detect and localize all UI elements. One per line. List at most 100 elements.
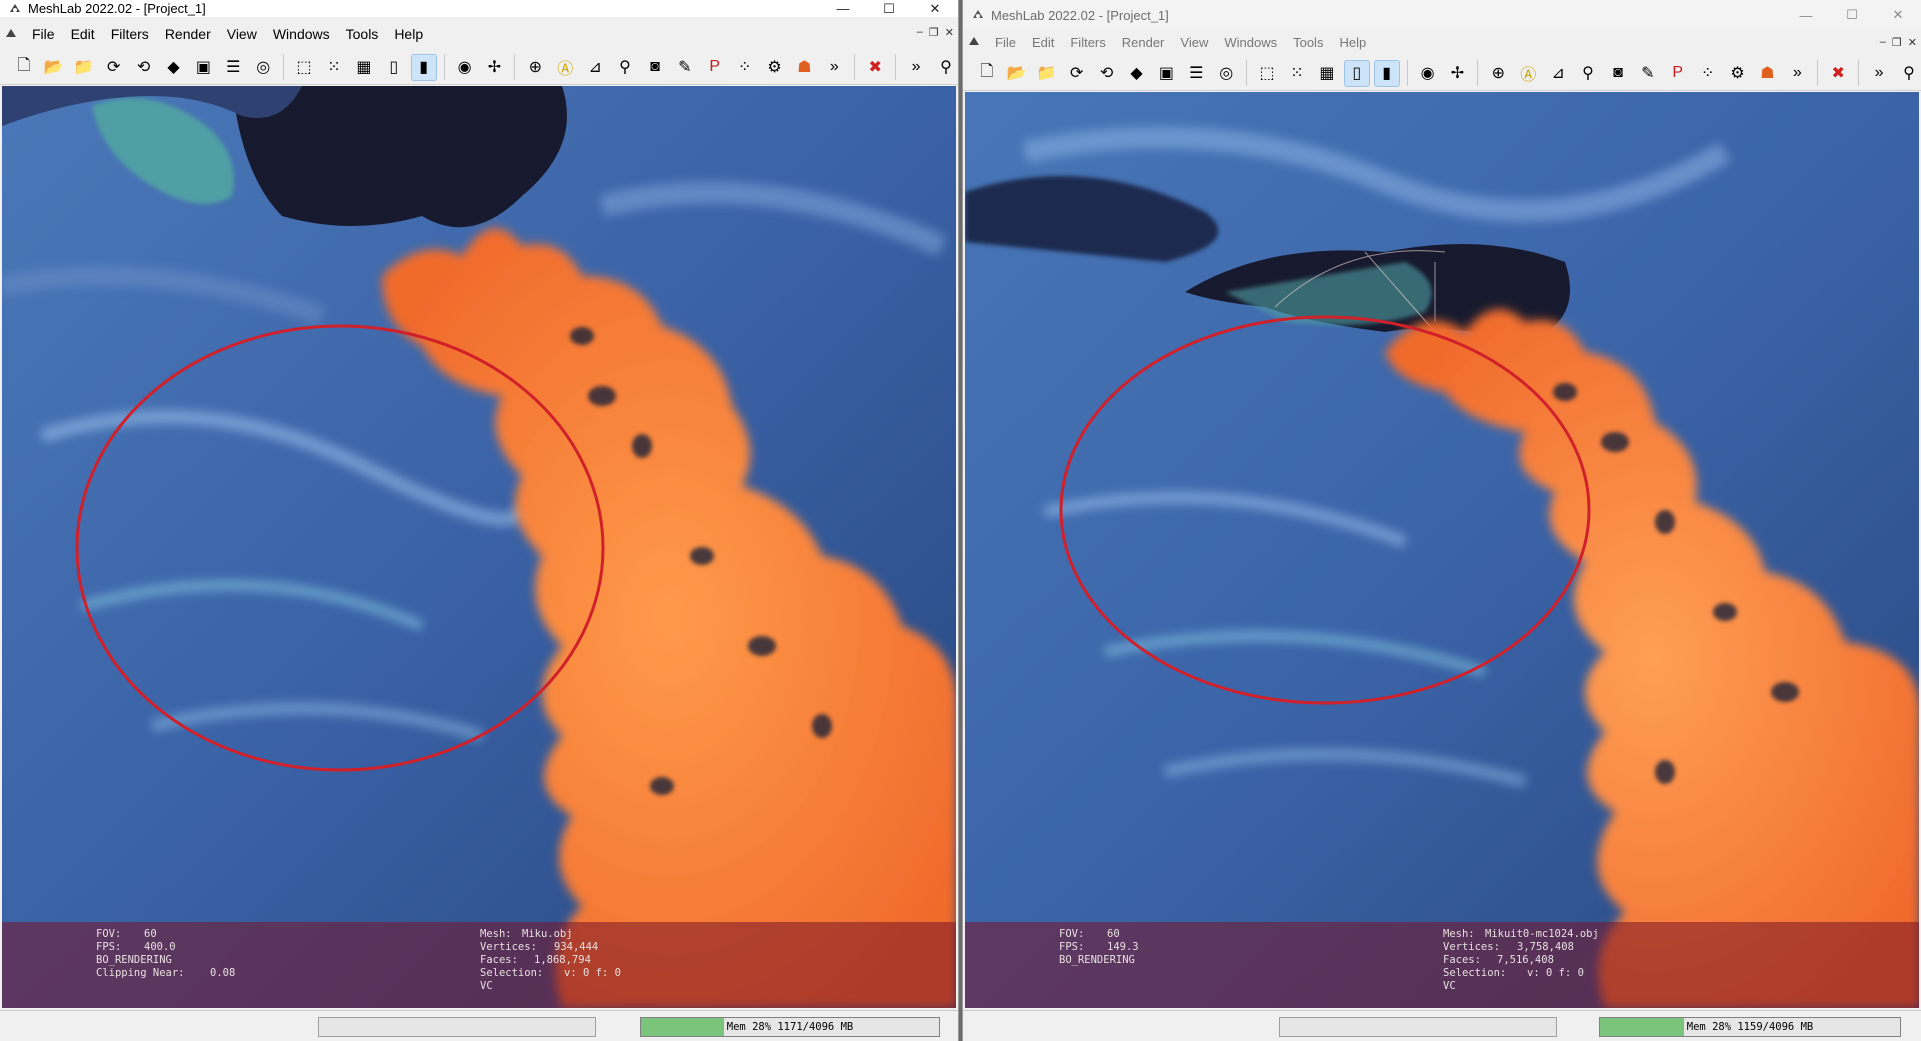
texture-icon[interactable]: ☗ — [1756, 61, 1780, 86]
snapshot-icon[interactable]: ▣ — [1154, 61, 1178, 86]
meshlab-window-left: MeshLab 2022.02 - [Project_1] — ☐ ✕ File… — [0, 0, 959, 1041]
pick-points-icon[interactable]: P — [1666, 61, 1690, 86]
menu-render[interactable]: Render — [157, 26, 219, 42]
info-key: Faces: — [480, 954, 518, 966]
menu-windows[interactable]: Windows — [265, 26, 338, 42]
info-value: Miku.obj — [522, 928, 573, 940]
minimize-button[interactable]: — — [1783, 0, 1829, 30]
light-icon[interactable]: ◉ — [453, 55, 477, 80]
maximize-button[interactable]: ☐ — [866, 0, 912, 17]
wireframe-icon[interactable]: ▦ — [1315, 61, 1339, 86]
points-icon[interactable]: ⁙ — [1285, 61, 1309, 86]
delete-icon[interactable]: ✖ — [863, 55, 887, 80]
bbox-icon[interactable]: ⬚ — [292, 55, 316, 80]
snapshot-icon[interactable]: ▣ — [191, 55, 215, 80]
mdi-minimize-button[interactable]: – — [1880, 36, 1886, 49]
reload-icon[interactable]: ⟳ — [1065, 61, 1089, 86]
close-button[interactable]: ✕ — [912, 0, 958, 17]
measure-icon[interactable]: ⊿ — [583, 55, 607, 80]
camera-icon[interactable]: ◙ — [643, 55, 667, 80]
info-key: Vertices: — [1443, 941, 1500, 953]
pick-points-icon[interactable]: P — [703, 55, 727, 80]
mesh-render — [965, 92, 1919, 1008]
mdi-restore-button[interactable]: ❐ — [929, 26, 939, 39]
search-icon[interactable]: ⚲ — [1897, 61, 1921, 86]
open-mesh-icon[interactable]: 📁 — [72, 55, 96, 80]
more2-icon[interactable]: » — [1867, 61, 1891, 86]
smooth-icon[interactable]: ▮ — [1373, 59, 1400, 87]
save-icon[interactable]: ◆ — [162, 55, 186, 80]
paint-icon[interactable]: ✎ — [1636, 61, 1660, 86]
paint-icon[interactable]: ✎ — [673, 55, 697, 80]
smooth-icon[interactable]: ▮ — [410, 53, 437, 81]
mdi-minimize-button[interactable]: – — [917, 26, 923, 39]
layers-icon[interactable]: ☰ — [1184, 61, 1208, 86]
open-project-icon[interactable]: 📂 — [1005, 61, 1029, 86]
more-icon[interactable]: » — [1785, 61, 1809, 86]
search-icon[interactable]: ⚲ — [934, 55, 958, 80]
3d-viewport[interactable]: FOV: 60 FPS: 149.3 BO_RENDERING Mesh: Mikui… — [965, 92, 1919, 1008]
reload-icon[interactable]: ⟳ — [102, 55, 126, 80]
light-icon[interactable]: ◉ — [1416, 61, 1440, 86]
layers-icon[interactable]: ☰ — [221, 55, 245, 80]
mdi-restore-button[interactable]: ❐ — [1892, 36, 1902, 49]
raster-icon[interactable]: ◎ — [1214, 61, 1238, 86]
flat-icon[interactable]: ▯ — [382, 55, 406, 80]
menu-filters[interactable]: Filters — [103, 26, 157, 42]
menu-render[interactable]: Render — [1114, 35, 1173, 50]
delete-icon[interactable]: ✖ — [1826, 61, 1850, 86]
bbox-icon[interactable]: ⬚ — [1255, 61, 1279, 86]
menu-file[interactable]: File — [987, 35, 1024, 50]
menu-help[interactable]: Help — [386, 26, 431, 42]
save-icon[interactable]: ◆ — [1125, 61, 1149, 86]
align-icon[interactable]: ⁘ — [1696, 61, 1720, 86]
close-button[interactable]: ✕ — [1875, 0, 1921, 30]
menu-view[interactable]: View — [1172, 35, 1216, 50]
menu-windows[interactable]: Windows — [1216, 35, 1285, 50]
menu-view[interactable]: View — [219, 26, 265, 42]
info-key: BO_RENDERING — [1059, 954, 1135, 966]
mdi-close-button[interactable]: ✕ — [1908, 36, 1917, 49]
menu-tools[interactable]: Tools — [1285, 35, 1331, 50]
new-project-icon[interactable]: 🗋 — [12, 55, 36, 80]
annotation-icon[interactable]: Ⓐ — [1516, 61, 1540, 86]
info-value: 60 — [1107, 928, 1120, 940]
measure-icon[interactable]: ⊿ — [1546, 61, 1570, 86]
minimize-button[interactable]: — — [820, 0, 866, 17]
maximize-button[interactable]: ☐ — [1829, 0, 1875, 30]
more-icon[interactable]: » — [822, 55, 846, 80]
menu-help[interactable]: Help — [1331, 35, 1374, 50]
menu-file[interactable]: File — [24, 26, 63, 42]
axis-icon[interactable]: ✢ — [1446, 61, 1470, 86]
reload-all-icon[interactable]: ⟲ — [1095, 61, 1119, 86]
more2-icon[interactable]: » — [904, 55, 928, 80]
flat-icon[interactable]: ▯ — [1343, 59, 1370, 87]
menu-filters[interactable]: Filters — [1062, 35, 1113, 50]
reference-icon[interactable]: ⚙ — [763, 55, 787, 80]
camera-icon[interactable]: ◙ — [1606, 61, 1630, 86]
trackball-icon[interactable]: ⊕ — [1486, 61, 1510, 86]
menu-edit[interactable]: Edit — [63, 26, 103, 42]
axis-icon[interactable]: ✢ — [483, 55, 507, 80]
3d-viewport[interactable]: FOV: 60 FPS: 400.0 BO_RENDERING Clipping N… — [2, 86, 956, 1008]
info-value: 934,444 — [554, 941, 599, 953]
mdi-close-button[interactable]: ✕ — [945, 26, 954, 39]
open-mesh-icon[interactable]: 📁 — [1035, 61, 1059, 86]
open-project-icon[interactable]: 📂 — [42, 55, 66, 80]
raster-icon[interactable]: ◎ — [251, 55, 275, 80]
texture-icon[interactable]: ☗ — [793, 55, 817, 80]
title-bar[interactable]: MeshLab 2022.02 - [Project_1] — ☐ ✕ — [0, 0, 958, 17]
select-icon[interactable]: ⚲ — [1576, 61, 1600, 86]
wireframe-icon[interactable]: ▦ — [352, 55, 376, 80]
align-icon[interactable]: ⁘ — [733, 55, 757, 80]
reload-all-icon[interactable]: ⟲ — [132, 55, 156, 80]
menu-tools[interactable]: Tools — [338, 26, 387, 42]
trackball-icon[interactable]: ⊕ — [523, 55, 547, 80]
new-project-icon[interactable]: 🗋 — [975, 61, 999, 86]
points-icon[interactable]: ⁙ — [322, 55, 346, 80]
select-icon[interactable]: ⚲ — [613, 55, 637, 80]
reference-icon[interactable]: ⚙ — [1726, 61, 1750, 86]
menu-edit[interactable]: Edit — [1024, 35, 1062, 50]
annotation-icon[interactable]: Ⓐ — [553, 55, 577, 80]
title-bar[interactable]: MeshLab 2022.02 - [Project_1] — ☐ ✕ — [963, 0, 1921, 30]
